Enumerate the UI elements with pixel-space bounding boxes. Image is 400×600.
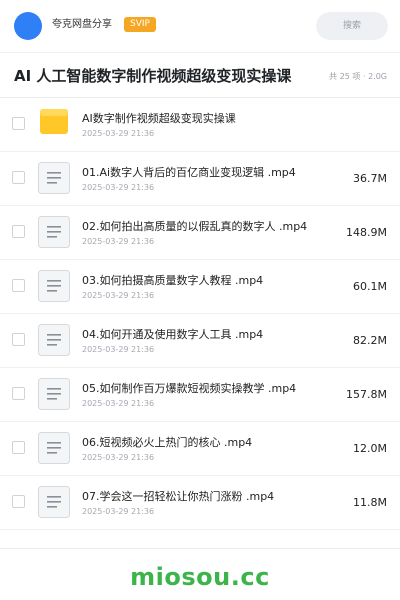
footer-divider — [0, 548, 400, 549]
file-size: 157.8M — [346, 388, 387, 401]
list-item[interactable]: 07.学会这一招轻松让你热门涨粉 .mp4 2025-03-29 21:36 1… — [0, 476, 400, 530]
folder-icon — [40, 109, 68, 134]
file-date: 2025-03-29 21:36 — [82, 399, 155, 408]
file-icon — [38, 324, 70, 356]
file-date: 2025-03-29 21:36 — [82, 507, 155, 516]
checkbox[interactable] — [12, 171, 25, 184]
file-name: 02.如何拍出高质量的以假乱真的数字人 .mp4 — [82, 220, 308, 233]
file-icon — [38, 162, 70, 194]
list-item[interactable]: AI数字制作视频超级变现实操课 2025-03-29 21:36 — [0, 98, 400, 152]
checkbox[interactable] — [12, 387, 25, 400]
list-item[interactable]: 03.如何拍摄高质量数字人教程 .mp4 2025-03-29 21:36 60… — [0, 260, 400, 314]
checkbox[interactable] — [12, 441, 25, 454]
file-size: 148.9M — [346, 226, 387, 239]
file-size: 82.2M — [353, 334, 387, 347]
file-name: 01.Ai数字人背后的百亿商业变现逻辑 .mp4 — [82, 166, 296, 179]
file-date: 2025-03-29 21:36 — [82, 291, 155, 300]
file-icon — [38, 378, 70, 410]
file-size: 11.8M — [353, 496, 387, 509]
file-icon — [38, 432, 70, 464]
top-header: 夸克网盘分享 SVIP 搜索 — [0, 0, 400, 52]
file-size: 60.1M — [353, 280, 387, 293]
file-list: AI数字制作视频超级变现实操课 2025-03-29 21:36 01.Ai数字… — [0, 98, 400, 530]
file-date: 2025-03-29 21:36 — [82, 183, 155, 192]
avatar[interactable] — [14, 12, 42, 40]
folder-meta: 共 25 项 · 2.0G — [329, 72, 387, 81]
file-date: 2025-03-29 21:36 — [82, 345, 155, 354]
page-title: AI 人工智能数字制作视频超级变现实操课 — [14, 67, 292, 85]
checkbox[interactable] — [12, 117, 25, 130]
file-size: 36.7M — [353, 172, 387, 185]
file-size: 12.0M — [353, 442, 387, 455]
checkbox[interactable] — [12, 495, 25, 508]
file-icon — [38, 486, 70, 518]
search-input[interactable]: 搜索 — [316, 12, 388, 40]
file-name: 06.短视频必火上热门的核心 .mp4 — [82, 436, 253, 449]
file-name: 05.如何制作百万爆款短视频实操教学 .mp4 — [82, 382, 297, 395]
checkbox[interactable] — [12, 225, 25, 238]
checkbox[interactable] — [12, 333, 25, 346]
list-item[interactable]: 04.如何开通及使用数字人工具 .mp4 2025-03-29 21:36 82… — [0, 314, 400, 368]
list-item[interactable]: 06.短视频必火上热门的核心 .mp4 2025-03-29 21:36 12.… — [0, 422, 400, 476]
list-item[interactable]: 05.如何制作百万爆款短视频实操教学 .mp4 2025-03-29 21:36… — [0, 368, 400, 422]
file-name: AI数字制作视频超级变现实操课 — [82, 112, 236, 125]
checkbox[interactable] — [12, 279, 25, 292]
file-date: 2025-03-29 21:36 — [82, 237, 155, 246]
file-icon — [38, 216, 70, 248]
file-name: 03.如何拍摄高质量数字人教程 .mp4 — [82, 274, 264, 287]
list-item[interactable]: 01.Ai数字人背后的百亿商业变现逻辑 .mp4 2025-03-29 21:3… — [0, 152, 400, 206]
watermark: miosou.cc — [130, 563, 270, 591]
brand-name: 夸克网盘分享 — [52, 19, 112, 30]
file-date: 2025-03-29 21:36 — [82, 453, 155, 462]
folder-title-bar: AI 人工智能数字制作视频超级变现实操课 共 25 项 · 2.0G — [0, 53, 400, 97]
file-name: 04.如何开通及使用数字人工具 .mp4 — [82, 328, 264, 341]
file-icon — [38, 270, 70, 302]
file-date: 2025-03-29 21:36 — [82, 129, 155, 138]
svip-badge: SVIP — [124, 17, 156, 32]
list-item[interactable]: 02.如何拍出高质量的以假乱真的数字人 .mp4 2025-03-29 21:3… — [0, 206, 400, 260]
file-name: 07.学会这一招轻松让你热门涨粉 .mp4 — [82, 490, 275, 503]
